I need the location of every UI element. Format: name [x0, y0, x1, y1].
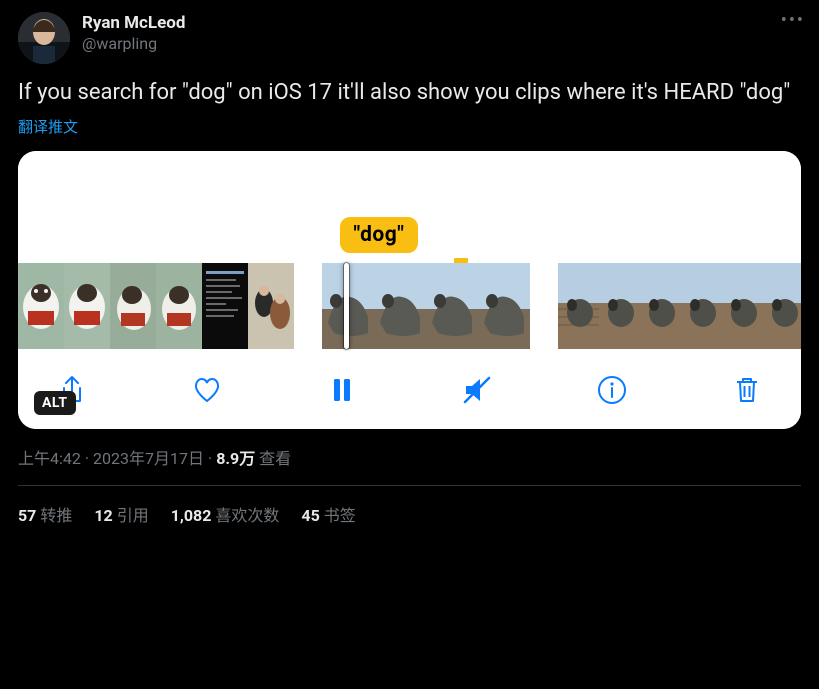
avatar[interactable] [18, 12, 70, 64]
views-label: 查看 [259, 449, 291, 468]
clip-group-3 [558, 263, 801, 349]
heart-icon [191, 374, 223, 406]
bookmarks-num: 45 [301, 506, 319, 525]
clip-thumb [763, 263, 801, 349]
quotes-stat[interactable]: 12 引用 [94, 502, 148, 526]
quotes-label: 引用 [117, 506, 149, 525]
handle[interactable]: @warpling [82, 34, 185, 55]
divider [18, 485, 801, 486]
clip-thumb [681, 263, 722, 349]
tweet-container: ••• Ryan McLeod @warpling If you search … [0, 0, 819, 538]
author-names: Ryan McLeod @warpling [82, 12, 185, 55]
search-term-label: "dog" [340, 217, 419, 253]
tweet-header: Ryan McLeod @warpling [18, 12, 801, 64]
display-name[interactable]: Ryan McLeod [82, 12, 185, 34]
tweet-time[interactable]: 上午4:42 [18, 449, 81, 468]
retweets-stat[interactable]: 57转推 [18, 502, 72, 526]
clip-thumb [110, 263, 156, 349]
clip-thumb [64, 263, 110, 349]
clip-thumb [478, 263, 530, 349]
tweet-date[interactable]: 2023年7月17日 [93, 449, 204, 468]
like-button[interactable] [191, 374, 223, 406]
media-white-area: "dog" [18, 151, 801, 261]
likes-num: 1,082 [171, 506, 212, 525]
tweet-stats: 57转推 12 引用 1,082喜欢次数 45 书签 [18, 502, 801, 526]
quotes-num: 12 [94, 506, 112, 525]
retweets-label: 转推 [40, 506, 72, 525]
likes-label: 喜欢次数 [215, 506, 279, 525]
delete-button[interactable] [731, 374, 763, 406]
media-controls [18, 351, 801, 429]
tweet-text: If you search for "dog" on iOS 17 it'll … [18, 78, 801, 108]
clip-thumb [599, 263, 640, 349]
bookmarks-label: 书签 [324, 506, 356, 525]
pause-button[interactable] [326, 374, 358, 406]
mute-button[interactable] [461, 374, 493, 406]
tweet-meta: 上午4:42·2023年7月17日·8.9万 查看 [18, 445, 801, 469]
more-options-button[interactable]: ••• [781, 10, 805, 31]
clip-group-2 [322, 263, 530, 349]
bookmarks-stat[interactable]: 45 书签 [301, 502, 355, 526]
clip-thumb [722, 263, 763, 349]
playhead[interactable] [344, 263, 349, 349]
clip-thumb [426, 263, 478, 349]
clip-thumb [156, 263, 202, 349]
clip-thumb [18, 263, 64, 349]
clip-thumb [640, 263, 681, 349]
pause-icon [326, 374, 358, 406]
info-button[interactable] [596, 374, 628, 406]
alt-badge[interactable]: ALT [34, 391, 76, 415]
avatar-image [18, 12, 70, 64]
views-count[interactable]: 8.9万 [216, 449, 255, 468]
trash-icon [731, 374, 763, 406]
clip-group-1 [18, 263, 294, 349]
clip-thumb [202, 263, 248, 349]
clip-thumb [374, 263, 426, 349]
media-card[interactable]: "dog" [18, 151, 801, 429]
mute-icon [461, 374, 493, 406]
clip-thumb [558, 263, 599, 349]
retweets-num: 57 [18, 506, 36, 525]
info-icon [596, 374, 628, 406]
likes-stat[interactable]: 1,082喜欢次数 [171, 502, 280, 526]
timeline-strip[interactable] [18, 261, 801, 351]
clip-thumb [248, 263, 294, 349]
translate-link[interactable]: 翻译推文 [18, 116, 801, 137]
